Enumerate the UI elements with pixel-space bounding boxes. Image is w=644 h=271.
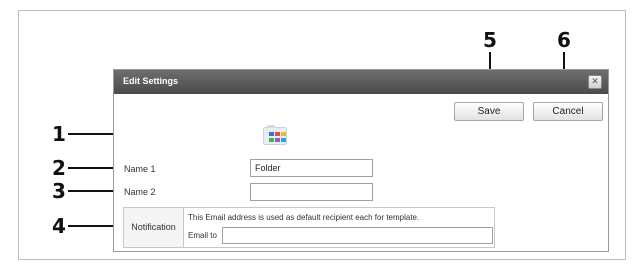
name1-input[interactable]: Folder [250, 159, 373, 177]
callout-2: 2 [52, 156, 66, 180]
email-to-label: Email to [188, 231, 217, 240]
callout-4: 4 [52, 214, 66, 238]
notification-description: This Email address is used as default re… [188, 213, 420, 222]
callout-6: 6 [557, 28, 571, 52]
save-button[interactable]: Save [454, 102, 524, 121]
edit-settings-dialog: Edit Settings ✕ Save Cancel Name 1 Folde… [113, 69, 609, 252]
callout-3: 3 [52, 179, 66, 203]
notification-section: Notification This Email address is used … [123, 207, 495, 248]
notification-label: Notification [124, 208, 184, 247]
name1-label: Name 1 [124, 164, 156, 174]
cancel-button[interactable]: Cancel [533, 102, 603, 121]
close-button[interactable]: ✕ [588, 75, 602, 89]
dialog-titlebar: Edit Settings ✕ [114, 70, 608, 94]
name2-label: Name 2 [124, 187, 156, 197]
folder-grid-icon[interactable] [263, 125, 287, 145]
name2-input[interactable] [250, 183, 373, 201]
close-icon: ✕ [591, 77, 599, 87]
dialog-title: Edit Settings [123, 76, 179, 86]
callout-5: 5 [483, 28, 497, 52]
email-to-input[interactable] [222, 227, 493, 244]
callout-1: 1 [52, 122, 66, 146]
